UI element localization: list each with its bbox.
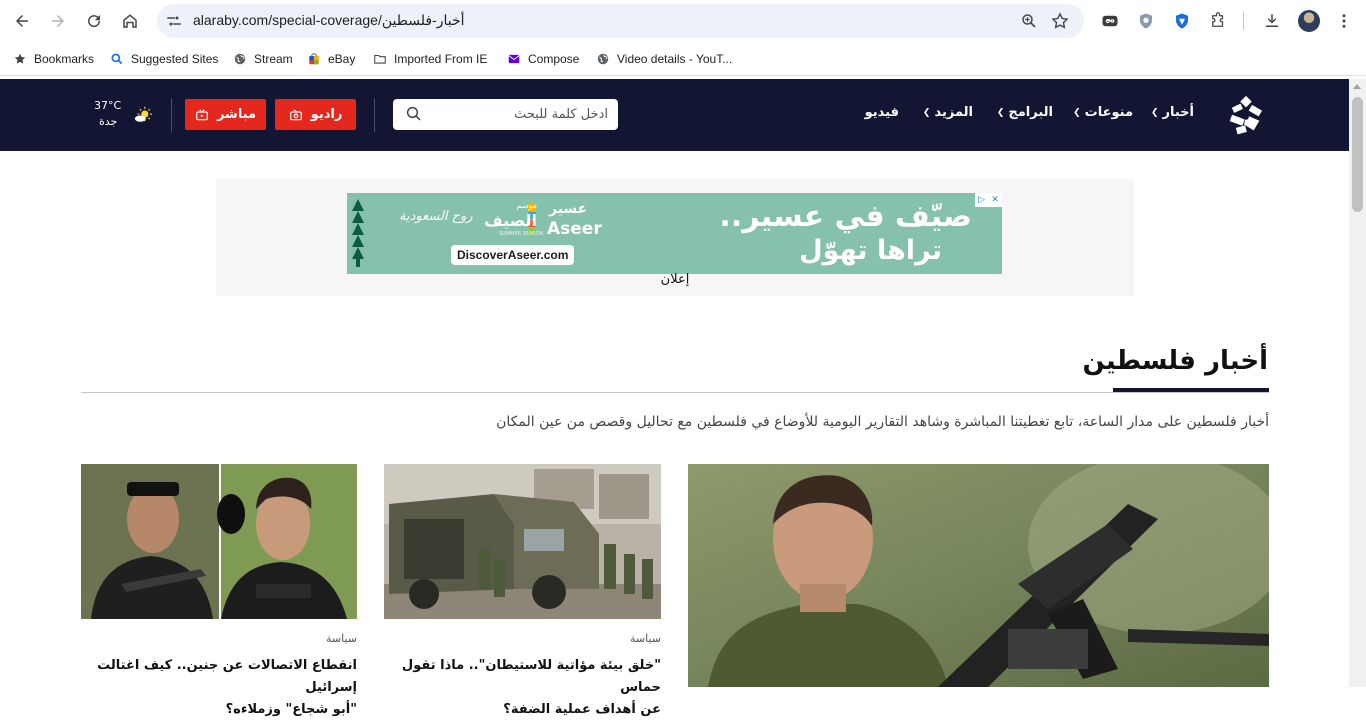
bookmark-item[interactable]: Video details - YouT... [596, 50, 732, 68]
profile-avatar[interactable] [1298, 10, 1320, 32]
bookmark-item[interactable]: Compose [507, 50, 579, 68]
spirit-of-saudi-logo: روح السعودية [399, 209, 473, 224]
featured-article-image[interactable] [688, 464, 1269, 687]
home-button[interactable] [117, 8, 143, 34]
chevron-down-icon: ❯ [1150, 107, 1159, 118]
article-title[interactable]: "خلق بيئة مؤاتية للاستيطان".. ماذا تقول … [381, 655, 661, 721]
site-header: أخبار❯ منوعات❯ البرامج❯ المزيد❯ فيديو را… [0, 79, 1349, 151]
nav-item-more[interactable]: المزيد ❯ [923, 105, 973, 120]
article-category[interactable]: سياسة [630, 632, 661, 645]
live-button[interactable]: مباشر [185, 99, 266, 130]
url-text[interactable]: alaraby.com/special-coverage/أخبار-فلسطي… [193, 12, 464, 29]
home-icon [123, 14, 137, 28]
kebab-menu-icon[interactable] [1333, 10, 1355, 32]
search-icon [110, 52, 124, 66]
military-vehicle-photo [384, 464, 661, 619]
divider [81, 392, 1269, 393]
scrollbar-thumb[interactable] [1352, 97, 1363, 212]
partly-sunny-icon [134, 106, 152, 122]
nav-item-news[interactable]: أخبار ❯ [1151, 105, 1194, 120]
globe-icon [233, 52, 247, 66]
fighter-photo [688, 464, 1269, 687]
bookmark-item[interactable]: eBay [307, 50, 355, 68]
article-image[interactable] [384, 464, 661, 619]
arrow-right-icon [52, 15, 64, 27]
weather-widget: 37°C جدة [92, 97, 162, 133]
ad-banner[interactable]: صيّف في عسير.. تراها تهوّل عسير Aseer مو… [347, 193, 1002, 274]
browser-toolbar: alaraby.com/special-coverage/أخبار-فلسطي… [0, 0, 1366, 42]
address-bar[interactable]: alaraby.com/special-coverage/أخبار-فلسطي… [157, 4, 1084, 38]
header-divider [171, 98, 172, 132]
chevron-down-icon: ❯ [1073, 107, 1081, 118]
page-scrollbar[interactable] [1349, 79, 1366, 687]
infinity-extension-icon[interactable] [1099, 10, 1121, 32]
nav-item-misc[interactable]: منوعات ❯ [1073, 105, 1133, 120]
bookmark-item[interactable]: Bookmarks [13, 50, 94, 68]
zoom-icon[interactable] [1020, 12, 1038, 30]
globe-icon [596, 52, 610, 66]
ad-container: صيّف في عسير.. تراها تهوّل عسير Aseer مو… [216, 179, 1134, 296]
bookmark-item[interactable]: Imported From IE [373, 50, 487, 68]
arrow-left-icon [16, 15, 28, 27]
fighters-portrait-photo [81, 464, 357, 619]
extensions-puzzle-icon[interactable] [1207, 10, 1229, 32]
back-button[interactable] [9, 8, 35, 34]
shield-extension-icon[interactable] [1135, 10, 1157, 32]
aseer-logo: عسير [549, 201, 588, 217]
bookmark-star-icon[interactable] [1050, 11, 1070, 31]
bookmark-item[interactable]: Stream [233, 50, 293, 68]
vpn-shield-icon[interactable] [1171, 10, 1193, 32]
shopping-bag-icon [307, 52, 321, 66]
bookmark-item[interactable]: Suggested Sites [110, 50, 218, 68]
article-category[interactable]: سياسة [326, 632, 357, 645]
search-input[interactable] [428, 99, 608, 130]
page-title: أخبار فلسطين [1082, 346, 1268, 376]
forward-button[interactable] [45, 8, 71, 34]
alaraby-logo[interactable] [1223, 92, 1269, 138]
chevron-down-icon: ❯ [996, 107, 1005, 118]
article-image[interactable] [81, 464, 357, 619]
site-settings-icon[interactable] [165, 12, 183, 30]
folder-icon [373, 52, 387, 66]
tv-icon [196, 108, 208, 120]
header-divider [374, 98, 375, 132]
tree-pattern-icon [352, 199, 364, 267]
radio-icon [289, 108, 302, 120]
download-icon[interactable] [1261, 10, 1283, 32]
toolbar-divider [1243, 12, 1244, 30]
reload-icon [88, 15, 101, 28]
section-description: أخبار فلسطين على مدار الساعة، تابع تغطيت… [496, 414, 1269, 430]
article-title[interactable]: انقطاع الاتصالات عن جنين.. كيف اغتالت إس… [72, 655, 357, 721]
scroll-up-arrow-icon[interactable] [1353, 84, 1361, 89]
star-icon [13, 52, 27, 66]
radio-button[interactable]: راديو [275, 99, 356, 130]
site-search[interactable] [393, 99, 618, 130]
mail-icon [507, 52, 521, 66]
bookmarks-bar: Bookmarks Suggested Sites Stream eBay Im… [0, 42, 1366, 76]
reload-button[interactable] [81, 8, 107, 34]
nav-item-programs[interactable]: البرامج ❯ [997, 105, 1053, 120]
chevron-down-icon: ❯ [922, 107, 931, 118]
search-icon[interactable] [405, 105, 423, 123]
adchoices-icon[interactable]: ▷ ✕ [975, 193, 1002, 207]
nav-item-video[interactable]: فيديو [865, 105, 899, 120]
